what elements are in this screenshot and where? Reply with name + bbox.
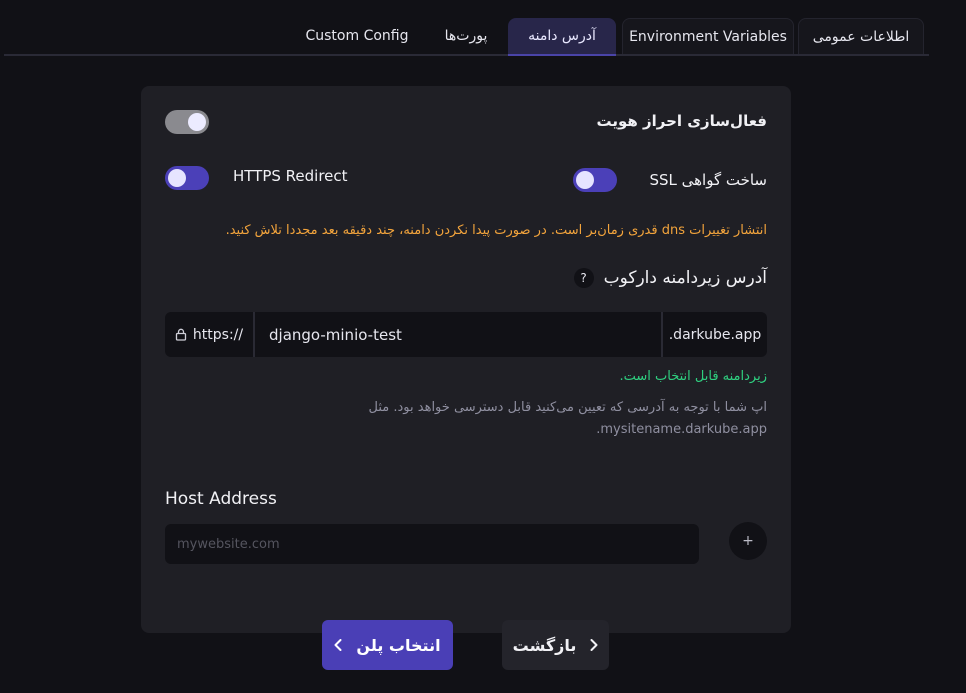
add-host-button[interactable]: + (729, 522, 767, 560)
chevron-right-icon (590, 639, 598, 651)
back-button[interactable]: بازگشت (502, 620, 609, 670)
protocol-text: https:// (192, 326, 244, 343)
select-plan-button[interactable]: انتخاب پلن (322, 620, 453, 670)
tab-custom-config[interactable]: Custom Config (300, 18, 414, 54)
subdomain-title: آدرس زیردامنه دارکوب (603, 268, 767, 288)
toggle-knob (576, 171, 594, 189)
host-address-input[interactable] (165, 524, 699, 564)
tab-ports[interactable]: پورت‌ها (430, 18, 502, 54)
domain-settings-card: فعال‌سازی احراز هویت HTTPS Redirect ساخت… (141, 86, 791, 633)
host-address-title: Host Address (165, 489, 277, 509)
auth-label: فعال‌سازی احراز هویت (596, 112, 767, 130)
active-tab-indicator (508, 54, 616, 56)
https-redirect-label: HTTPS Redirect (233, 167, 348, 185)
tab-environment-variables[interactable]: Environment Variables (622, 18, 794, 54)
select-plan-label: انتخاب پلن (356, 635, 441, 655)
dns-warning-text: انتشار تغییرات dns قدری زمان‌بر است. در … (225, 223, 767, 238)
tab-general-info[interactable]: اطلاعات عمومی (798, 18, 924, 54)
tab-bar: Custom Config پورت‌ها آدرس دامنه Environ… (4, 18, 929, 56)
auth-toggle[interactable] (165, 110, 209, 134)
subdomain-status: زیردامنه قابل انتخاب است. (619, 369, 767, 384)
ssl-label: ساخت گواهی SSL (649, 171, 767, 189)
lock-icon (175, 328, 187, 341)
toggle-knob (168, 169, 186, 187)
https-redirect-toggle[interactable] (165, 166, 209, 190)
back-label: بازگشت (512, 635, 577, 655)
tab-domain-address[interactable]: آدرس دامنه (508, 18, 616, 54)
help-icon[interactable]: ? (573, 268, 594, 288)
toggle-knob (188, 113, 206, 131)
subdomain-input-group: https:// django-minio-test .darkube.app (165, 312, 767, 357)
protocol-prefix: https:// (165, 312, 255, 357)
subdomain-hint-line2: .mysitename.darkube.app (596, 422, 767, 437)
subdomain-title-row: آدرس زیردامنه دارکوب ? (573, 268, 767, 288)
subdomain-hint-line1: اپ شما با توجه به آدرسی که تعیین می‌کنید… (368, 400, 767, 415)
domain-suffix: .darkube.app (661, 312, 767, 357)
ssl-toggle[interactable] (573, 168, 617, 192)
subdomain-input[interactable]: django-minio-test (255, 312, 661, 357)
chevron-left-icon (334, 639, 342, 651)
